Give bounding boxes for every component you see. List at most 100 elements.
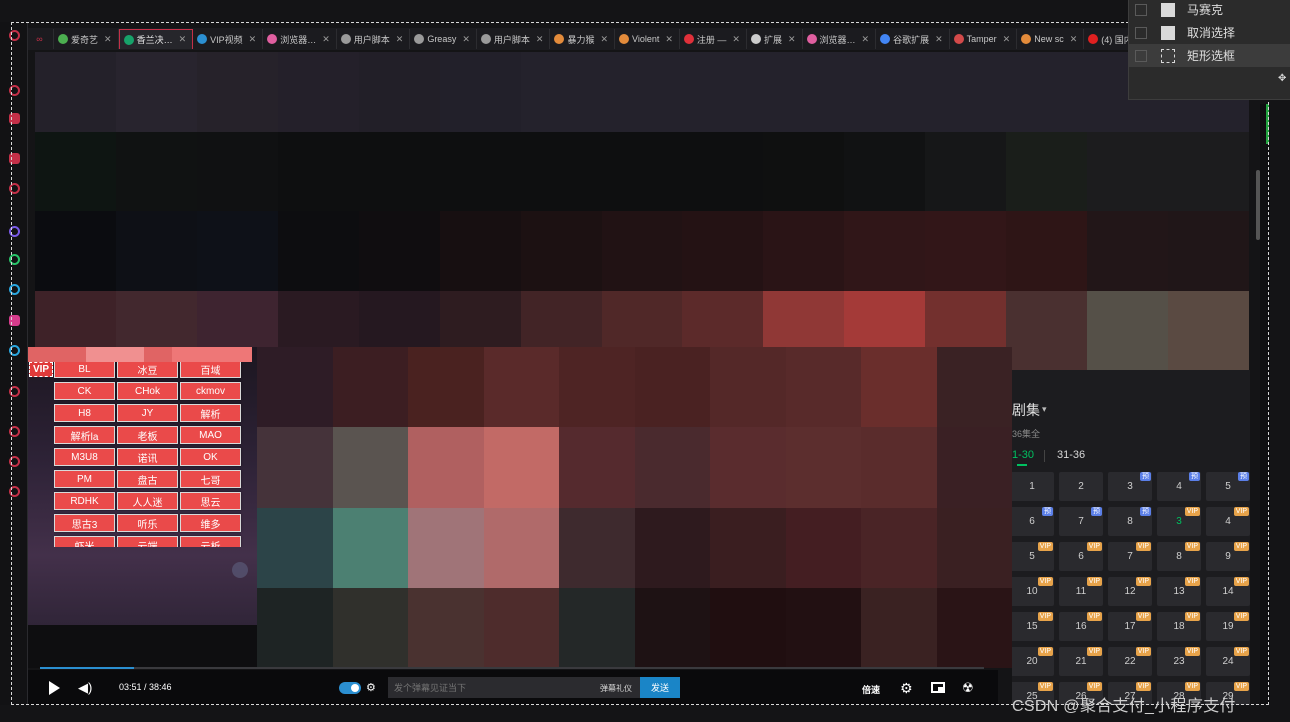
tab-register[interactable]: 注册 — ✕ [680,29,747,49]
episode-item[interactable]: 3 VIP [1157,507,1201,536]
vip-parse-button[interactable]: 云析 [180,536,241,547]
episode-item[interactable]: 3预 [1108,472,1152,501]
tab-violentmonkey-cn[interactable]: 暴力猴 ✕ [550,29,615,49]
vip-parse-button[interactable]: H8 [54,404,115,422]
tab-youtube[interactable]: (4) 国内…✕ [1084,29,1128,49]
speed-button[interactable]: 倍速 [862,683,880,696]
cube-icon[interactable] [9,456,20,467]
episode-item[interactable]: 16 VIP [1059,612,1103,641]
play-icon[interactable] [49,681,60,695]
tab-iqiyi[interactable]: 爱奇艺 ✕ [54,29,119,49]
episode-item[interactable]: 12 VIP [1108,577,1152,606]
history-icon[interactable] [9,386,20,397]
range-tab-1[interactable]: 1-30 [1012,449,1034,461]
vip-parse-button[interactable]: 思古3 [54,514,115,532]
episode-item[interactable]: 7 VIP [1108,542,1152,571]
vip-parse-button[interactable]: 云端 [117,536,178,547]
checkbox[interactable] [1135,49,1147,62]
episode-item[interactable]: 10 VIP [1012,577,1054,606]
tab-extensions[interactable]: 扩展 ✕ [747,29,803,49]
episode-item[interactable]: 7预 [1059,507,1103,536]
close-icon[interactable]: ✕ [1070,34,1078,45]
episode-item[interactable]: 23 VIP [1157,647,1201,676]
close-icon[interactable]: ✕ [1003,34,1011,45]
vip-parse-button[interactable]: CHok [117,382,178,400]
vip-label[interactable]: VIP [29,362,53,377]
tab-violent[interactable]: Violent ✕ [615,29,680,49]
tab-greasy[interactable]: Greasy ✕ [410,29,477,49]
fullscreen-icon[interactable]: ☢ [962,680,974,696]
vip-parse-button[interactable]: 诺讯 [117,448,178,466]
checkbox[interactable] [1135,3,1147,16]
tab-google-ext[interactable]: 谷歌扩展 ✕ [876,29,950,49]
close-icon[interactable]: ✕ [536,34,544,45]
tab-current[interactable]: 香兰决… ✕ [118,29,194,49]
episode-item[interactable]: 17 VIP [1108,612,1152,641]
close-icon[interactable]: ✕ [249,34,257,45]
whatsapp-icon[interactable] [9,254,20,265]
volume-icon[interactable]: ◀) [78,681,92,695]
vip-parse-button[interactable]: 人人迷 [117,492,178,510]
vip-parse-button[interactable]: 解析la [54,426,115,444]
messenger-icon[interactable] [9,226,20,237]
episode-item[interactable]: 18 VIP [1157,612,1201,641]
clock-icon[interactable] [9,426,20,437]
vip-parse-button[interactable]: JY [117,404,178,422]
progress-bar[interactable] [40,667,984,669]
tab-new-script[interactable]: New sc ✕ [1017,29,1085,49]
sidebar-app-icon[interactable] [9,113,20,124]
episode-item[interactable]: 24 VIP [1206,647,1250,676]
vip-parse-button[interactable]: RDHK [54,492,115,510]
range-tab-2[interactable]: 31-36 [1057,449,1085,461]
episode-item[interactable]: 8预 [1108,507,1152,536]
vip-parse-button[interactable]: 冰豆 [117,362,178,378]
vip-parse-button[interactable]: 解析 [180,404,241,422]
telegram-icon[interactable] [9,284,20,295]
close-icon[interactable]: ✕ [788,34,796,45]
pip-icon[interactable] [931,682,945,693]
close-icon[interactable]: ✕ [732,34,740,45]
settings-icon[interactable] [9,486,20,497]
vip-parse-button[interactable]: 听乐 [117,514,178,532]
instagram-icon[interactable] [9,315,20,326]
episode-item[interactable]: 6预 [1012,507,1054,536]
tab-mute[interactable]: ∞ [28,29,54,49]
vip-parse-button[interactable]: 虾米 [54,536,115,547]
episode-item[interactable]: 14 VIP [1206,577,1250,606]
send-button[interactable]: 发送 [640,677,680,698]
vip-parse-button[interactable]: ckmov [180,382,241,400]
tab-tamper[interactable]: Tamper ✕ [950,29,1018,49]
episode-item[interactable]: 4预 [1157,472,1201,501]
sidebar-app-icon[interactable] [9,30,20,41]
episode-item[interactable]: 11 VIP [1059,577,1103,606]
vip-parse-button[interactable]: BL [54,362,115,378]
twitter-icon[interactable] [9,345,20,356]
close-icon[interactable]: ✕ [665,34,673,45]
vip-parse-button[interactable]: 老板 [117,426,178,444]
tab-userscript-2[interactable]: 用户脚本 ✕ [477,29,551,49]
close-icon[interactable]: ✕ [396,34,404,45]
episode-item[interactable]: 21 VIP [1059,647,1103,676]
tab-vip[interactable]: VIP视频 ✕ [193,29,264,49]
tab-browser-1[interactable]: 浏览器… ✕ [263,29,337,49]
vip-parse-button[interactable]: MAO [180,426,241,444]
episode-item[interactable]: 4 VIP [1206,507,1250,536]
episode-item[interactable]: 22 VIP [1108,647,1152,676]
vip-parse-button[interactable]: CK [54,382,115,400]
vip-parse-button[interactable]: 七哥 [180,470,241,488]
vip-parse-button[interactable]: OK [180,448,241,466]
episode-item[interactable]: 1 [1012,472,1054,501]
episode-item[interactable]: 15 VIP [1012,612,1054,641]
danmaku-settings-icon[interactable]: ⚙ [366,681,380,695]
danmaku-etiquette-link[interactable]: 弹幕礼仪 [600,683,632,694]
caret-down-icon[interactable]: ▾ [1042,404,1047,415]
menu-item-mosaic[interactable]: 马赛克 [1129,0,1290,21]
vip-parse-button[interactable]: PM [54,470,115,488]
expand-icon[interactable]: ✥ [1278,73,1288,84]
vip-parse-button[interactable]: M3U8 [54,448,115,466]
close-icon[interactable]: ✕ [104,34,112,45]
episode-item[interactable]: 19 VIP [1206,612,1250,641]
sidebar-app-icon[interactable] [9,183,20,194]
episode-item[interactable]: 9 VIP [1206,542,1250,571]
vip-parse-button[interactable]: 思云 [180,492,241,510]
